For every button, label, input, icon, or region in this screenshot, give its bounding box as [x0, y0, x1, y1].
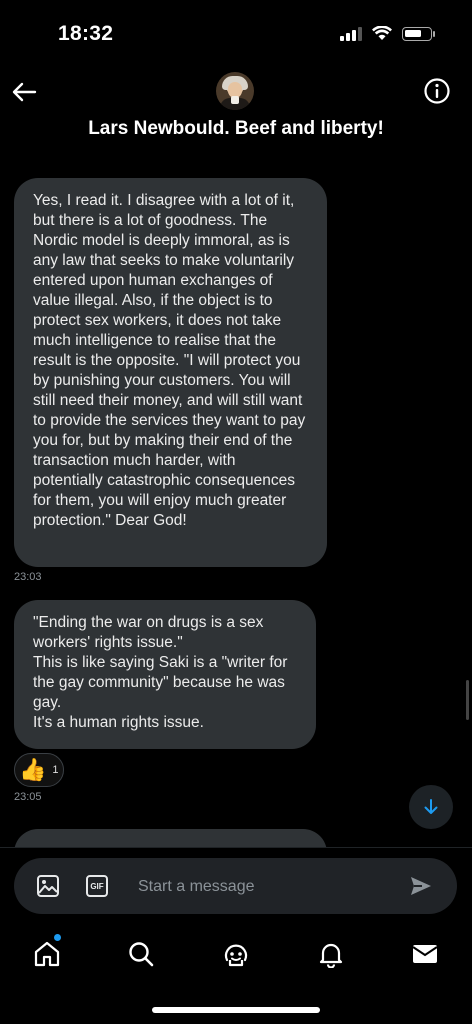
bell-icon: [319, 943, 343, 968]
thumbs-up-emoji: 👍: [19, 757, 47, 782]
message-timestamp: 23:05: [14, 791, 42, 803]
reaction-count: 1: [52, 764, 59, 776]
mail-icon: [412, 945, 438, 963]
gif-button[interactable]: GIF: [86, 875, 108, 897]
reaction-badge[interactable]: 👍 1: [14, 753, 64, 787]
back-arrow-icon[interactable]: [10, 78, 38, 106]
message-bubble[interactable]: "Ending the war on drugs is a sex worker…: [14, 600, 316, 749]
info-icon[interactable]: [422, 76, 452, 106]
notification-dot: [54, 934, 61, 941]
signal-icon: [340, 26, 362, 41]
bottom-tab-bar: [0, 927, 472, 987]
tab-home[interactable]: [32, 934, 62, 969]
search-icon: [129, 942, 154, 967]
tab-notifications[interactable]: [316, 939, 346, 969]
message-timestamp: 23:03: [14, 571, 42, 583]
home-icon: [34, 941, 60, 967]
tab-messages[interactable]: [410, 939, 440, 969]
composer-area: GIF: [0, 847, 472, 928]
wifi-icon: [372, 26, 392, 40]
status-bar: 18:32: [0, 0, 472, 70]
status-icons: [340, 26, 435, 41]
scroll-to-bottom-button[interactable]: [409, 785, 453, 829]
home-indicator[interactable]: [152, 1007, 320, 1013]
avatar[interactable]: [216, 72, 254, 110]
chat-header: Lars Newbould. Beef and liberty!: [0, 70, 472, 150]
scrollbar[interactable]: [466, 680, 469, 720]
send-icon[interactable]: [409, 874, 433, 898]
message-input[interactable]: [136, 872, 390, 902]
message-bubble[interactable]: Yes, I read it. I disagree with a lot of…: [14, 178, 327, 567]
image-icon[interactable]: [36, 874, 60, 898]
tab-grok[interactable]: [221, 939, 251, 969]
arrow-down-icon: [424, 799, 438, 814]
battery-icon: [402, 26, 435, 41]
tab-search[interactable]: [126, 939, 156, 969]
status-time: 18:32: [58, 22, 114, 45]
chat-title[interactable]: Lars Newbould. Beef and liberty!: [0, 118, 472, 140]
message-composer: GIF: [14, 858, 457, 914]
grok-icon: [224, 944, 248, 967]
